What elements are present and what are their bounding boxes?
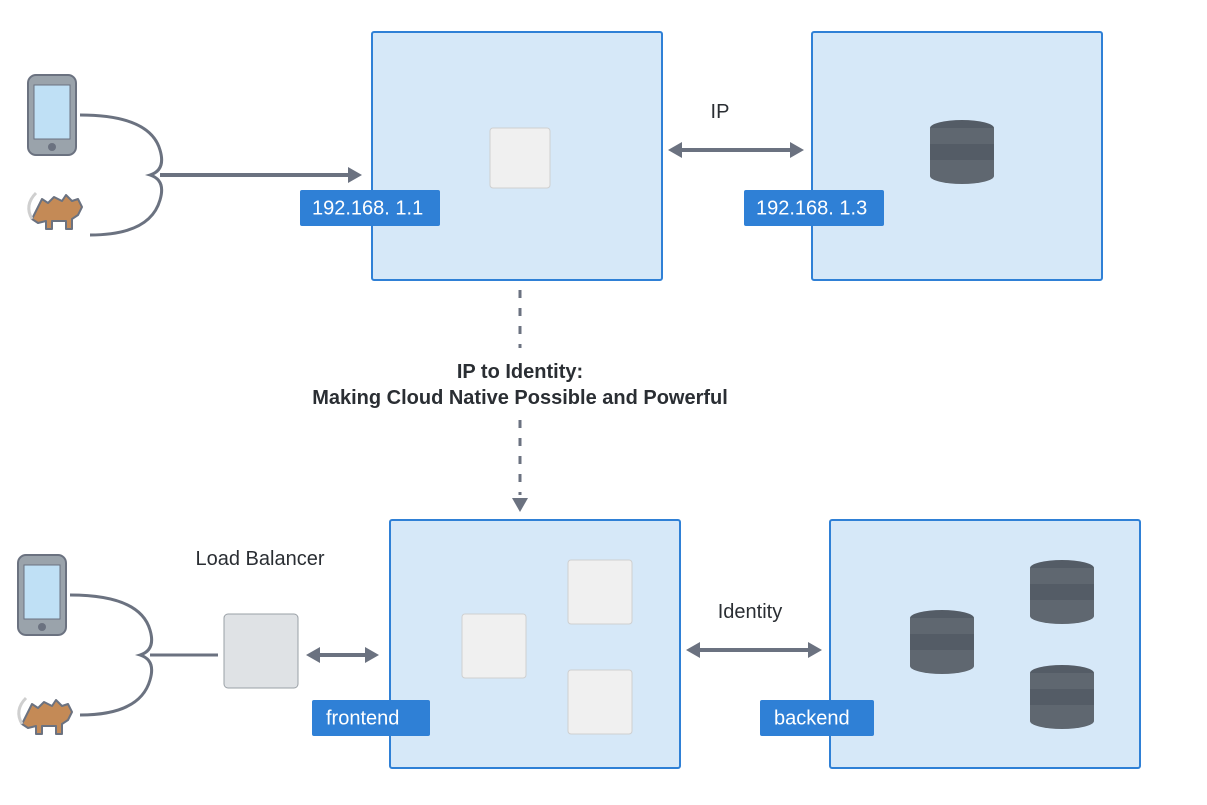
client-merge-brace-bottom <box>70 595 152 715</box>
database-icon <box>1030 665 1094 729</box>
identity-link-label: Identity <box>718 601 782 623</box>
phone-icon <box>28 75 76 155</box>
pod-box <box>568 560 632 624</box>
load-balancer-box <box>224 614 298 688</box>
phone-icon <box>18 555 66 635</box>
client-merge-brace <box>80 115 162 235</box>
frontend-box-bottom <box>390 520 680 768</box>
backend-box-bottom <box>830 520 1140 768</box>
pod-box <box>568 670 632 734</box>
database-icon <box>930 120 994 184</box>
backend-tag-text: backend <box>774 707 850 729</box>
database-icon <box>910 610 974 674</box>
frontend-tag-text: frontend <box>326 707 399 729</box>
title-line1: IP to Identity: <box>457 361 583 383</box>
dog-icon <box>29 193 82 229</box>
ip-tag-right-text: 192.168. 1.3 <box>756 197 867 219</box>
pod-box <box>462 614 526 678</box>
network-diagram: 192.168. 1.1 192.168. 1.3 IP IP to Ident… <box>0 0 1207 805</box>
ip-tag-left-text: 192.168. 1.1 <box>312 197 423 219</box>
dog-icon <box>19 698 72 734</box>
ip-link-label: IP <box>711 101 730 123</box>
database-icon <box>1030 560 1094 624</box>
lb-label: Load Balancer <box>196 548 325 570</box>
pod-box <box>490 128 550 188</box>
title-line2: Making Cloud Native Possible and Powerfu… <box>312 387 728 409</box>
